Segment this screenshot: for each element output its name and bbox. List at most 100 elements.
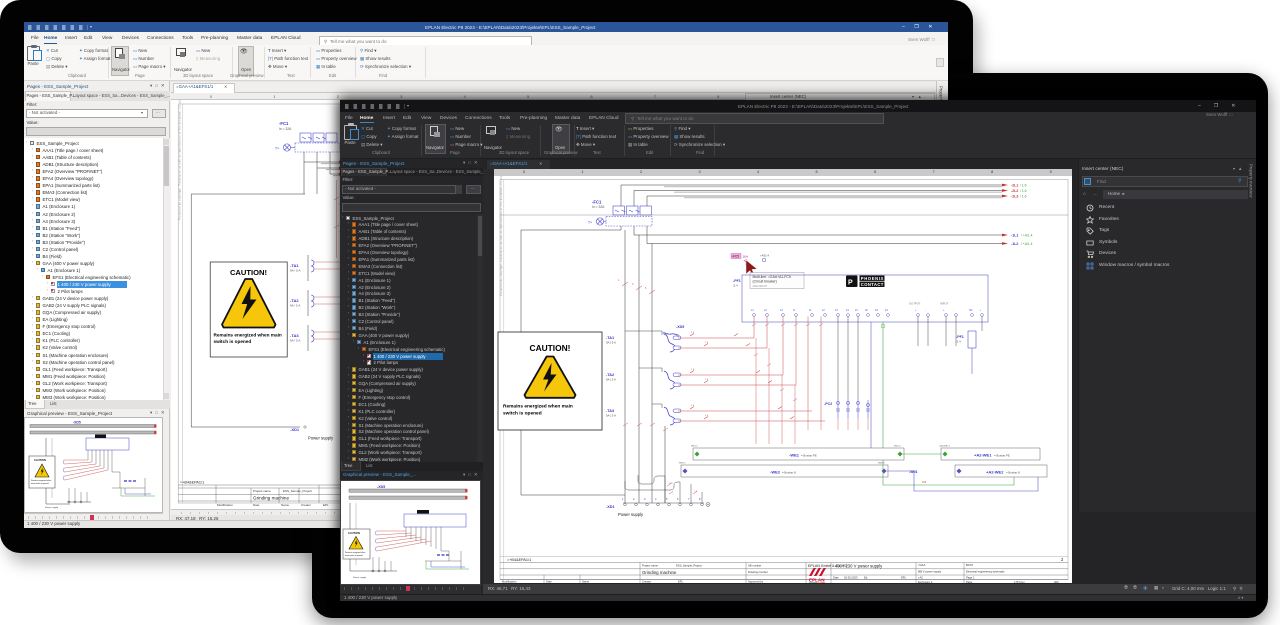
svg-text:Creator: Creator bbox=[642, 580, 651, 584]
svg-text:=GAA: =GAA bbox=[918, 563, 925, 567]
svg-text:8: 8 bbox=[699, 497, 701, 501]
svg-text:Project name: Project name bbox=[253, 489, 271, 493]
svg-text:Power supply: Power supply bbox=[308, 436, 334, 441]
svg-text:6: 6 bbox=[677, 497, 679, 501]
svg-text:Name: Name bbox=[582, 580, 590, 584]
svg-text:Date: Date bbox=[253, 503, 260, 507]
svg-text:=+B4&EPA1/1: =+B4&EPA1/1 bbox=[180, 481, 204, 485]
svg-text:1.6: 1.6 bbox=[691, 332, 695, 334]
svg-text:-XD5: -XD5 bbox=[676, 325, 684, 329]
svg-text:Page: Page bbox=[966, 580, 973, 583]
svg-text:= Busbar N: = Busbar N bbox=[782, 471, 796, 475]
svg-text:main switch is opened: main switch is opened bbox=[31, 482, 49, 485]
svg-text:EPLAN: EPLAN bbox=[809, 578, 825, 583]
svg-text:14: 14 bbox=[846, 309, 849, 312]
svg-text:In = 32A: In = 32A bbox=[279, 127, 292, 131]
svg-text:OUTPUT: OUTPUT bbox=[909, 302, 921, 306]
svg-text:L1: L1 bbox=[751, 309, 754, 312]
svg-text:Remains energized when: Remains energized when bbox=[31, 480, 51, 482]
svg-text:Project name: Project name bbox=[642, 564, 658, 568]
svg-text:23: 23 bbox=[875, 309, 878, 312]
svg-text:Modification: Modification bbox=[217, 503, 233, 507]
svg-text:L3: L3 bbox=[780, 309, 783, 312]
svg-text:ADE DEPOT: ADE DEPOT bbox=[753, 284, 768, 288]
svg-text:7: 7 bbox=[688, 497, 690, 501]
svg-text:Power supply: Power supply bbox=[618, 512, 644, 517]
svg-text:= Busbar PE: = Busbar PE bbox=[801, 454, 817, 458]
svg-text:1.6: 1.6 bbox=[705, 415, 709, 417]
svg-text:Protected by copyright. Passin: Protected by copyright. Passing on as we… bbox=[499, 176, 503, 296]
svg-text:MB V power supply: MB V power supply bbox=[918, 569, 942, 573]
svg-text:Creator: Creator bbox=[301, 503, 311, 507]
svg-text:/ +A/1.4: / +A/1.4 bbox=[1021, 242, 1033, 246]
svg-text:/1.4: /1.4 bbox=[956, 340, 961, 344]
svg-text:-TA2: -TA2 bbox=[606, 373, 614, 377]
svg-text:176 from: 176 from bbox=[1014, 580, 1025, 583]
svg-text:/ 1.6: / 1.6 bbox=[1020, 189, 1027, 193]
svg-text:GN: GN bbox=[669, 483, 673, 485]
svg-text:3: 3 bbox=[632, 283, 634, 286]
svg-text:BATO: BATO bbox=[966, 563, 973, 567]
svg-text:L2: L2 bbox=[764, 309, 767, 312]
svg-text:-TA3: -TA3 bbox=[606, 409, 614, 413]
svg-text:5: 5 bbox=[645, 287, 647, 290]
svg-text:-W01: -W01 bbox=[909, 470, 918, 474]
svg-text:Page 1: Page 1 bbox=[966, 576, 975, 580]
svg-text:Enclosure 2: Enclosure 2 bbox=[918, 580, 933, 583]
svg-text:11: 11 bbox=[809, 309, 812, 312]
svg-text:T>: T> bbox=[588, 221, 592, 225]
svg-text:1.6: 1.6 bbox=[691, 369, 695, 371]
svg-text:-XD1: -XD1 bbox=[290, 427, 300, 432]
svg-text:main switch is opened: main switch is opened bbox=[345, 554, 363, 557]
svg-text:Approved by: Approved by bbox=[748, 580, 764, 584]
svg-text:16A: 16A bbox=[743, 255, 748, 259]
svg-text:-WE1: -WE1 bbox=[789, 453, 800, 458]
svg-text:-FC5: -FC5 bbox=[732, 255, 740, 259]
svg-text:400 / 230 V power supply: 400 / 230 V power supply bbox=[835, 564, 883, 569]
svg-text:-XD5: -XD5 bbox=[73, 421, 81, 425]
svg-text:-2L2: -2L2 bbox=[1011, 189, 1018, 193]
svg-text:CONTACT: CONTACT bbox=[861, 282, 884, 287]
svg-text:21: 21 bbox=[855, 309, 858, 312]
svg-text:T>: T> bbox=[275, 147, 279, 151]
svg-text:Power supply: Power supply bbox=[353, 576, 367, 579]
svg-text:22: 22 bbox=[865, 309, 868, 312]
svg-text:1: 1 bbox=[622, 497, 624, 501]
svg-text:=+B4&EPA1/1: =+B4&EPA1/1 bbox=[507, 558, 531, 562]
svg-text:CAUTION!: CAUTION! bbox=[530, 343, 571, 353]
svg-text:12: 12 bbox=[822, 309, 825, 312]
svg-text:CAUTION!: CAUTION! bbox=[230, 268, 267, 277]
svg-text:+: + bbox=[943, 309, 945, 312]
svg-text:-FC1: -FC1 bbox=[592, 200, 602, 205]
svg-text:switch is opened: switch is opened bbox=[503, 411, 542, 417]
svg-text:ESS_Sample_Project: ESS_Sample_Project bbox=[283, 489, 312, 493]
svg-text:INPUT: INPUT bbox=[940, 302, 949, 306]
svg-text:Multi-line: =GAA+A1-FC5: Multi-line: =GAA+A1-FC5 bbox=[753, 275, 791, 279]
svg-text:Remains energized when main: Remains energized when main bbox=[503, 404, 573, 410]
svg-text:+A92.4: +A92.4 bbox=[760, 254, 769, 258]
svg-text:-XD1: -XD1 bbox=[606, 505, 615, 509]
svg-text:9A / 5 A: 9A / 5 A bbox=[290, 269, 300, 273]
svg-text:ESS_Sample_Project: ESS_Sample_Project bbox=[676, 564, 702, 568]
svg-text:switch is opened: switch is opened bbox=[213, 339, 251, 344]
svg-text:NC: NC bbox=[969, 309, 973, 312]
svg-text:-: - bbox=[953, 309, 954, 312]
svg-text:24: 24 bbox=[885, 309, 888, 312]
svg-text:3x6: 3x6 bbox=[922, 480, 927, 484]
svg-text:-: - bbox=[925, 309, 926, 312]
svg-text:EPL: EPL bbox=[901, 576, 907, 580]
svg-text:+: + bbox=[980, 309, 982, 312]
svg-text:WE1.1: WE1.1 bbox=[691, 446, 698, 448]
svg-text:3: 3 bbox=[644, 497, 646, 501]
svg-text:+A2-WE1.1: +A2-WE1.1 bbox=[939, 445, 951, 448]
svg-text:-FC1: -FC1 bbox=[279, 121, 289, 126]
svg-text:= Busbar N: = Busbar N bbox=[1006, 471, 1020, 475]
svg-text:Grinding machine: Grinding machine bbox=[642, 570, 677, 575]
svg-text:/ +A/1.4: / +A/1.4 bbox=[1021, 234, 1033, 238]
svg-text:1.6: 1.6 bbox=[705, 342, 709, 344]
svg-text:Ed.: Ed. bbox=[864, 576, 868, 580]
svg-text:Remains energized when: Remains energized when bbox=[345, 552, 365, 554]
svg-text:-TA3: -TA3 bbox=[290, 333, 299, 338]
svg-text:9A | 5 A: 9A | 5 A bbox=[606, 378, 616, 382]
svg-text:Date: Date bbox=[546, 580, 552, 584]
